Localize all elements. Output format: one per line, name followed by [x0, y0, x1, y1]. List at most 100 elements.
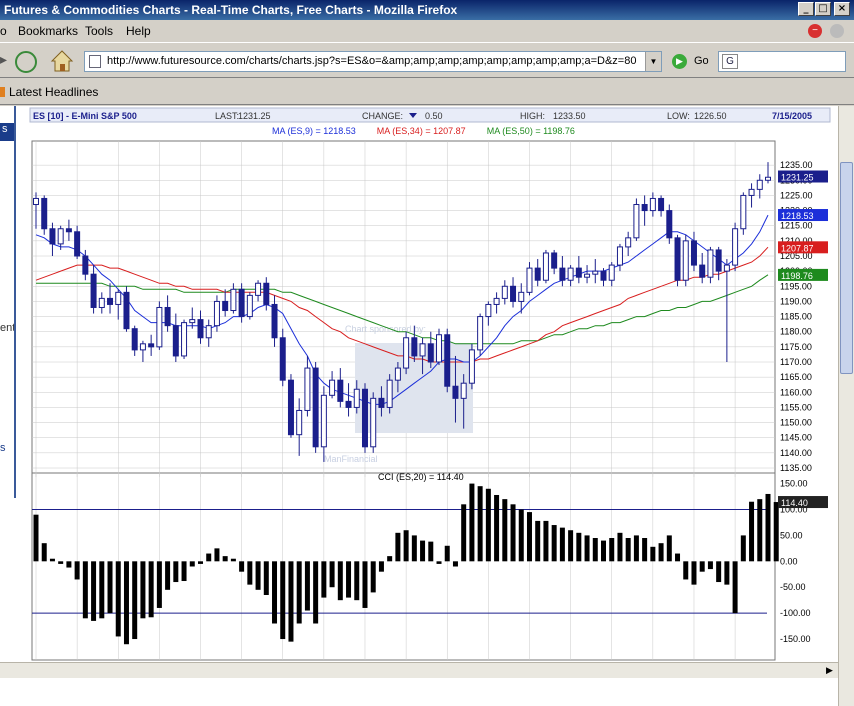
- url-input[interactable]: http://www.futuresource.com/charts/chart…: [84, 51, 662, 72]
- menu-tools[interactable]: Tools: [85, 20, 113, 42]
- candle-body: [271, 303, 278, 339]
- chart-area: ES [10] - E-Mini S&P 500 LAST:1231.25 CHAN…: [29, 107, 831, 666]
- cci-bar: [115, 561, 121, 637]
- horizontal-scrollbar[interactable]: ▶: [0, 662, 838, 678]
- stop-icon[interactable]: −: [808, 24, 822, 38]
- search-engine-icon[interactable]: G: [722, 54, 738, 69]
- cci-bar: [601, 540, 607, 562]
- cci-bar: [173, 561, 179, 583]
- candle-body: [394, 367, 401, 381]
- cci-bar: [321, 561, 327, 598]
- cci-tick-label: 0.00: [780, 556, 798, 566]
- scroll-thumb[interactable]: [840, 162, 853, 374]
- candle-body: [584, 273, 591, 278]
- cci-bar: [255, 561, 261, 590]
- cci-bar: [543, 520, 549, 562]
- cci-bar: [494, 494, 500, 562]
- candle-body: [65, 228, 72, 233]
- go-button[interactable]: Go: [694, 55, 709, 67]
- cci-bar: [683, 561, 689, 580]
- cci-bar: [535, 520, 541, 562]
- candle-body: [600, 270, 607, 281]
- cci-bar: [181, 561, 187, 582]
- candle-body: [345, 400, 352, 408]
- candle-body: [526, 267, 533, 293]
- maximize-button[interactable]: □: [815, 2, 831, 16]
- ma-legend-0: MA (ES,9) = 1218.53: [272, 126, 356, 136]
- reload-icon[interactable]: [15, 51, 37, 73]
- page-content: s ent s ES [10] - E-Mini S&P 500 LAST: 123…: [0, 106, 838, 706]
- candle-body: [361, 388, 368, 448]
- home-icon[interactable]: [50, 49, 74, 73]
- candle-body: [534, 267, 541, 281]
- candle-body: [403, 337, 410, 369]
- cci-value-box-label: 114.40: [781, 498, 808, 508]
- candle-body: [633, 204, 640, 239]
- candle-body: [658, 197, 665, 212]
- go-icon[interactable]: ▶: [672, 54, 687, 69]
- candle-body: [625, 237, 632, 248]
- scroll-right-icon[interactable]: ▶: [823, 664, 836, 677]
- candle-body: [575, 267, 582, 278]
- cci-bar: [461, 504, 467, 562]
- cci-label: CCI (ES,20) = 114.40: [378, 472, 464, 482]
- cci-bar: [82, 561, 88, 619]
- cci-bar: [329, 561, 335, 588]
- candle-body: [748, 188, 755, 196]
- candle-body: [666, 210, 673, 239]
- search-input[interactable]: G: [718, 51, 846, 72]
- candle-body: [460, 382, 467, 399]
- candle-body: [477, 316, 484, 351]
- url-dropdown-icon[interactable]: ▼: [645, 52, 661, 71]
- cci-bar: [280, 561, 286, 640]
- candle-body: [378, 397, 385, 408]
- cci-bar: [272, 561, 278, 624]
- cci-tick-label: -100.00: [780, 608, 811, 618]
- price-tick-label: 1135.00: [780, 463, 812, 473]
- candle-body: [90, 273, 97, 308]
- cci-tick-label: 50.00: [780, 530, 803, 540]
- candle-body: [115, 291, 122, 305]
- cci-bar: [691, 561, 697, 585]
- cci-bar: [148, 561, 154, 618]
- cci-bar: [230, 558, 236, 562]
- price-tick-label: 1145.00: [780, 433, 812, 443]
- menu-help[interactable]: Help: [126, 20, 151, 42]
- cci-bar: [526, 512, 532, 562]
- candle-body: [222, 300, 229, 312]
- cci-bar: [296, 561, 302, 624]
- candle-body: [616, 246, 623, 266]
- price-tick-label: 1235.00: [780, 160, 813, 170]
- candle-body: [715, 249, 722, 272]
- candle-body: [723, 264, 730, 272]
- cci-bar: [362, 561, 368, 608]
- candle-body: [386, 379, 393, 408]
- candle-body: [189, 319, 196, 324]
- price-tick-label: 1140.00: [780, 448, 812, 458]
- candle-body: [649, 197, 656, 212]
- cci-bar: [197, 561, 203, 564]
- menu-bookmarks[interactable]: Bookmarks: [18, 20, 78, 42]
- cci-bar: [337, 561, 343, 601]
- latest-headlines-bookmark[interactable]: Latest Headlines: [9, 79, 98, 105]
- chart-date: 7/15/2005: [772, 111, 812, 121]
- cci-bar: [707, 561, 713, 570]
- cci-tick-label: -50.00: [780, 582, 806, 592]
- price-tick-label: 1165.00: [780, 372, 812, 382]
- browser-window: Futures & Commodities Charts - Real-Time…: [0, 0, 854, 706]
- vertical-scrollbar[interactable]: [838, 106, 854, 706]
- rss-icon: [0, 87, 5, 97]
- value-box-label: 1218.53: [781, 211, 814, 221]
- cci-bar: [699, 561, 705, 572]
- candle-body: [452, 385, 459, 399]
- cci-bar: [74, 561, 80, 580]
- change-label: CHANGE:: [362, 111, 403, 121]
- cci-bar: [625, 538, 631, 562]
- minimize-button[interactable]: _: [798, 2, 814, 16]
- close-button[interactable]: ×: [834, 2, 850, 16]
- page-icon: [89, 55, 101, 68]
- menu-go[interactable]: o: [0, 20, 7, 42]
- low-label: LOW:: [667, 111, 690, 121]
- cci-bar: [510, 504, 516, 562]
- ma-legend-1: MA (ES,34) = 1207.87: [377, 126, 466, 136]
